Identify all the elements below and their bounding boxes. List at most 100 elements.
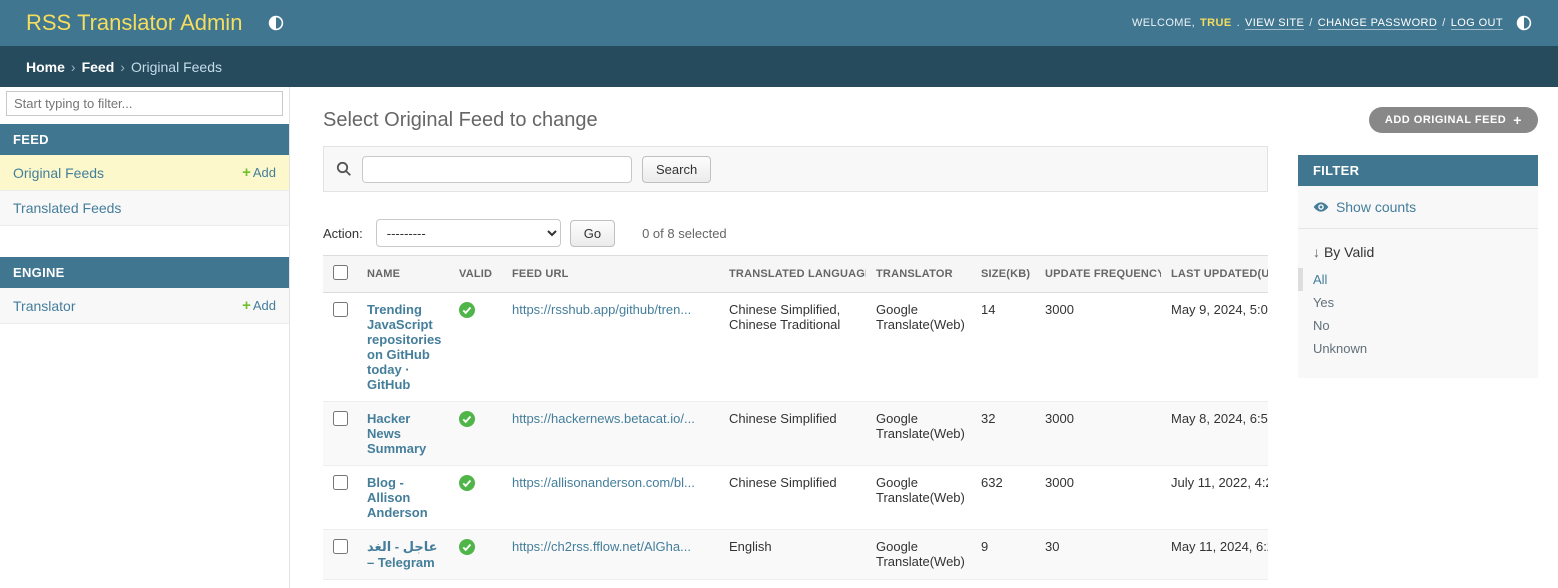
column-header-name[interactable]: NAME xyxy=(357,256,449,293)
username: TRUE xyxy=(1200,17,1232,29)
link-separator: / xyxy=(1442,17,1445,29)
feed-name-link[interactable]: Hacker News Summary xyxy=(367,411,426,456)
size-cell: 9 xyxy=(971,530,1035,580)
welcome-text: WELCOME, xyxy=(1132,17,1195,29)
selection-counter: 0 of 8 selected xyxy=(642,226,727,241)
breadcrumb-feed[interactable]: Feed xyxy=(82,59,115,75)
feed-name-link[interactable]: Blog - Allison Anderson xyxy=(367,475,428,520)
sidebar-item-original-feeds[interactable]: Original Feeds +Add xyxy=(0,155,289,191)
size-cell: 32 xyxy=(971,402,1035,466)
translated-feeds-link[interactable]: Translated Feeds xyxy=(13,200,121,216)
row-checkbox[interactable] xyxy=(333,475,348,490)
valid-yes-icon xyxy=(459,302,492,318)
column-header-translated-language[interactable]: TRANSLATED LANGUAGE xyxy=(719,256,866,293)
translator-cell: Google Translate(Web) xyxy=(866,530,971,580)
row-checkbox[interactable] xyxy=(333,539,348,554)
column-header-valid[interactable]: VALID xyxy=(449,256,502,293)
filter-option-no[interactable]: No xyxy=(1298,314,1538,337)
filter-options-list: All Yes No Unknown xyxy=(1298,268,1538,360)
show-counts-toggle[interactable]: Show counts xyxy=(1298,186,1538,229)
action-select[interactable]: --------- xyxy=(376,219,561,247)
filter-option-yes[interactable]: Yes xyxy=(1298,291,1538,314)
change-password-link[interactable]: CHANGE PASSWORD xyxy=(1318,17,1437,30)
column-header-size[interactable]: SIZE(KB) xyxy=(971,256,1035,293)
theme-toggle-icon[interactable] xyxy=(268,15,284,31)
column-header-feed-url[interactable]: FEED URL xyxy=(502,256,719,293)
nav-section-title: ENGINE xyxy=(0,257,289,288)
translated-language-cell: Chinese Simplified, Chinese Traditional xyxy=(719,293,866,402)
nav-section-title: FEED xyxy=(0,124,289,155)
filter-group-by-valid[interactable]: ↓By Valid xyxy=(1298,229,1538,268)
go-button[interactable]: Go xyxy=(570,220,615,247)
link-separator: / xyxy=(1309,17,1312,29)
update-frequency-cell: 30 xyxy=(1035,530,1161,580)
nav-sidebar: FEED Original Feeds +Add Translated Feed… xyxy=(0,87,290,588)
feed-url-link[interactable]: https://rsshub.app/github/tren... xyxy=(512,302,691,317)
table-header-row: NAME VALID FEED URL TRANSLATED LANGUAGE … xyxy=(323,256,1268,293)
site-title[interactable]: RSS Translator Admin xyxy=(26,10,242,36)
update-frequency-cell: 3000 xyxy=(1035,293,1161,402)
sidebar-item-translator[interactable]: Translator +Add xyxy=(0,288,289,324)
size-cell: 632 xyxy=(971,466,1035,530)
translator-cell: Google Translate(Web) xyxy=(866,402,971,466)
table-row: Trending JavaScript repositories on GitH… xyxy=(323,293,1268,402)
breadcrumb-home[interactable]: Home xyxy=(26,59,65,75)
breadcrumb: Home › Feed › Original Feeds xyxy=(0,46,1558,87)
size-cell: 14 xyxy=(971,293,1035,402)
update-frequency-cell: 3000 xyxy=(1035,402,1161,466)
content-area: Select Original Feed to change Search Ac… xyxy=(290,87,1298,588)
original-feeds-link[interactable]: Original Feeds xyxy=(13,165,104,181)
row-checkbox[interactable] xyxy=(333,411,348,426)
breadcrumb-current: Original Feeds xyxy=(131,59,222,75)
filter-option-all[interactable]: All xyxy=(1298,268,1538,291)
add-original-feed-link[interactable]: +Add xyxy=(242,164,276,181)
breadcrumb-separator: › xyxy=(120,59,125,75)
feed-url-link[interactable]: https://allisonanderson.com/bl... xyxy=(512,475,695,490)
row-checkbox[interactable] xyxy=(333,302,348,317)
feed-url-link[interactable]: https://ch2rss.fflow.net/AlGha... xyxy=(512,539,691,554)
eye-icon xyxy=(1313,201,1329,213)
last-updated-cell: May 8, 2024, 6:54 a xyxy=(1161,402,1268,466)
breadcrumb-separator: › xyxy=(71,59,76,75)
column-header-translator[interactable]: TRANSLATOR xyxy=(866,256,971,293)
translator-link[interactable]: Translator xyxy=(13,298,76,314)
add-original-feed-button[interactable]: ADD ORIGINAL FEED + xyxy=(1369,107,1538,133)
feed-name-link[interactable]: عاجل - الغد – Telegram xyxy=(367,539,437,570)
theme-toggle-icon[interactable] xyxy=(1516,15,1532,31)
table-row: عاجل - الغد – Telegram https://ch2rss.ff… xyxy=(323,530,1268,580)
sidebar-item-translated-feeds[interactable]: Translated Feeds xyxy=(0,191,289,226)
search-input[interactable] xyxy=(362,156,632,183)
plus-icon: + xyxy=(242,297,251,314)
last-updated-cell: May 9, 2024, 5:09 a xyxy=(1161,293,1268,402)
last-updated-cell: May 11, 2024, 6:27 xyxy=(1161,530,1268,580)
table-row: Hacker News Summary https://hackernews.b… xyxy=(323,402,1268,466)
translator-cell: Google Translate(Web) xyxy=(866,293,971,402)
sidebar-filter-input[interactable] xyxy=(6,91,283,116)
feed-name-link[interactable]: Trending JavaScript repositories on GitH… xyxy=(367,302,441,392)
search-icon xyxy=(336,161,352,177)
search-button[interactable]: Search xyxy=(642,156,711,183)
sort-arrow-icon: ↓ xyxy=(1313,244,1320,260)
filter-panel-title: FILTER xyxy=(1298,155,1538,186)
nav-module-engine: ENGINE Translator +Add xyxy=(0,257,289,324)
filter-panel: FILTER Show counts ↓By Valid All Yes No … xyxy=(1298,155,1538,378)
valid-yes-icon xyxy=(459,539,492,555)
add-translator-link[interactable]: +Add xyxy=(242,297,276,314)
page-title: Select Original Feed to change xyxy=(323,109,1268,132)
right-column: ADD ORIGINAL FEED + FILTER Show counts ↓… xyxy=(1298,87,1538,588)
translator-cell: Google Translate(Web) xyxy=(866,466,971,530)
app-header: RSS Translator Admin WELCOME, TRUE. VIEW… xyxy=(0,0,1558,46)
feed-url-link[interactable]: https://hackernews.betacat.io/... xyxy=(512,411,695,426)
view-site-link[interactable]: VIEW SITE xyxy=(1245,17,1304,30)
plus-icon: + xyxy=(242,164,251,181)
logout-link[interactable]: LOG OUT xyxy=(1451,17,1503,30)
table-row: Blog - Allison Anderson https://allisona… xyxy=(323,466,1268,530)
column-header-update-frequency[interactable]: UPDATE FREQUENCY xyxy=(1035,256,1161,293)
column-header-last-updated[interactable]: LAST UPDATED(UTC) xyxy=(1161,256,1268,293)
search-toolbar: Search xyxy=(323,146,1268,192)
nav-module-feed: FEED Original Feeds +Add Translated Feed… xyxy=(0,124,289,226)
action-label: Action: xyxy=(323,226,363,241)
valid-yes-icon xyxy=(459,411,492,427)
select-all-checkbox[interactable] xyxy=(333,265,348,280)
filter-option-unknown[interactable]: Unknown xyxy=(1298,337,1538,360)
